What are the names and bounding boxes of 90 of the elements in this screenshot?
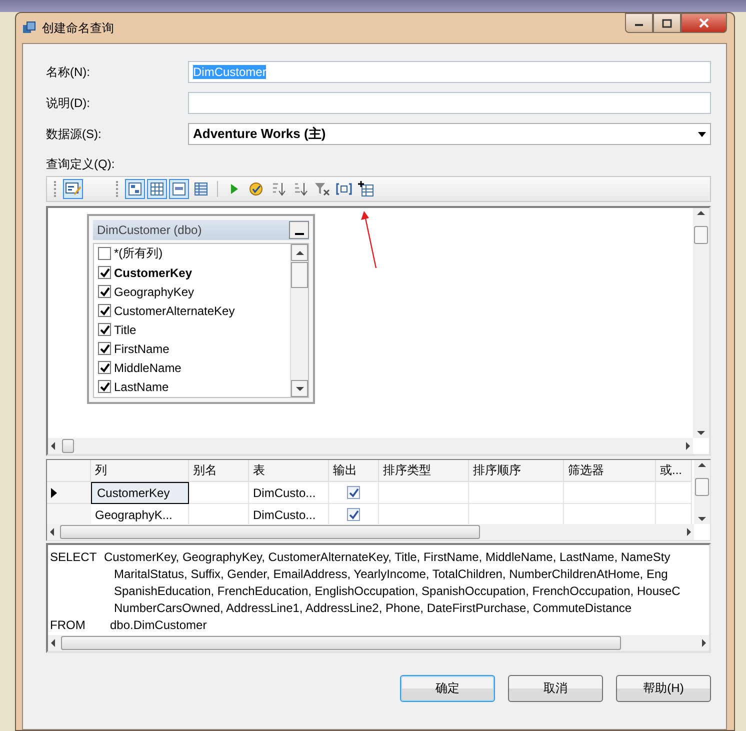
check-icon	[99, 286, 110, 297]
check-icon	[348, 510, 358, 520]
window-title: 创建命名查询	[42, 20, 114, 36]
sql-pane-icon	[171, 181, 187, 197]
maximize-icon	[662, 18, 672, 28]
data-source-dropdown[interactable]: Adventure Works (主)	[188, 123, 711, 145]
vertical-scrollbar[interactable]	[694, 460, 710, 524]
table-cell[interactable]	[189, 482, 249, 504]
group-by-icon	[336, 181, 352, 197]
close-icon	[699, 18, 709, 28]
table-cell[interactable]	[564, 482, 656, 504]
sql-text: MaritalStatus, Suffix, Gender, EmailAddress, YearlyIncome, TotalChildren, NumberChildrenAtHome, Eng	[113, 566, 668, 580]
add-table-icon	[358, 181, 374, 197]
table-card[interactable]: DimCustomer (dbo) *(所有列) CustomerKey GeographyKey CustomerAlternateKey Title FirstName MiddleName LastName	[87, 214, 315, 404]
toolbar-button[interactable]	[63, 179, 83, 199]
properties-icon	[65, 181, 81, 197]
column-header: 表	[249, 460, 329, 482]
check-icon	[99, 343, 110, 354]
sql-text: SpanishEducation, FrenchEducation, EnglishOccupation, SpanishOccupation, FrenchOccupation, HouseC	[113, 584, 680, 598]
grid-pane-icon	[149, 181, 165, 197]
field-label: 名称(N):	[46, 64, 91, 80]
field-label: 说明(D):	[46, 94, 91, 112]
sql-keyword: FROM	[50, 618, 86, 632]
caret-icon	[698, 132, 706, 136]
column-name: CustomerKey	[114, 266, 192, 280]
check-icon	[348, 488, 358, 498]
table-cell[interactable]: CustomerKey	[91, 482, 189, 504]
sql-text: CustomerKey, GeographyKey, CustomerAlternateKey, Title, FirstName, MiddleName, LastName, NameSty	[104, 550, 670, 564]
column-name: *(所有列)	[114, 245, 163, 262]
checkbox[interactable]	[347, 486, 360, 499]
vertical-scrollbar[interactable]	[693, 208, 709, 438]
column-header: 排序类型	[379, 460, 469, 482]
remove-filter-icon	[314, 181, 330, 197]
row-header[interactable]	[47, 482, 91, 504]
check-icon	[99, 305, 110, 316]
checkbox[interactable]	[98, 266, 111, 279]
field-label: 数据源(S):	[46, 126, 102, 142]
column-header: 别名	[189, 460, 249, 482]
check-icon	[99, 267, 110, 278]
checkbox[interactable]	[98, 380, 111, 393]
checkbox[interactable]	[98, 285, 111, 298]
table-cell: DimCusto...	[249, 482, 329, 504]
column-header: 排序顺序	[469, 460, 564, 482]
close-button[interactable]	[681, 13, 727, 33]
check-icon	[99, 324, 110, 335]
section-label: 查询定义(Q):	[46, 156, 116, 173]
sql-text: dbo.DimCustomer	[109, 618, 207, 632]
window-icon	[22, 21, 36, 35]
table-cell[interactable]	[656, 482, 692, 504]
column-header: 筛选器	[564, 460, 656, 482]
checkbox[interactable]	[347, 508, 360, 521]
diagram-pane-icon	[127, 181, 143, 197]
column-name: LastName	[114, 380, 169, 394]
checkbox[interactable]	[98, 304, 111, 317]
minimize-button[interactable]	[625, 13, 653, 33]
column-name: FirstName	[114, 342, 170, 356]
text-field[interactable]	[188, 92, 711, 114]
sql-keyword: SELECT	[50, 550, 98, 564]
dialog-button[interactable]: 取消	[508, 675, 603, 702]
sort-descending-icon	[292, 181, 308, 197]
checkbox[interactable]	[98, 361, 111, 374]
checkbox[interactable]	[98, 342, 111, 355]
table-cell[interactable]	[469, 482, 564, 504]
table-cell[interactable]	[379, 482, 469, 504]
column-header: 输出	[329, 460, 379, 482]
dialog-button[interactable]: 帮助(H)	[616, 675, 711, 702]
column-name: MiddleName	[114, 360, 182, 374]
current-row-icon	[51, 488, 57, 498]
column-name: CustomerAlternateKey	[114, 304, 235, 318]
horizontal-scrollbar[interactable]	[48, 438, 693, 454]
sort-ascending-icon	[270, 181, 286, 197]
column-name: Title	[114, 322, 136, 336]
check-icon	[99, 381, 110, 392]
horizontal-scrollbar[interactable]	[47, 524, 694, 540]
column-name: GeographyKey	[114, 284, 194, 298]
horizontal-scrollbar[interactable]	[48, 635, 709, 651]
verify-icon	[248, 181, 264, 197]
checkbox[interactable]	[98, 247, 111, 260]
toolbar-button[interactable]	[356, 179, 376, 199]
dialog-button[interactable]: 确定	[400, 675, 495, 702]
column-header: 或...	[656, 460, 692, 482]
results-pane-icon	[193, 181, 209, 197]
column-header: 列	[91, 460, 189, 482]
table-title: DimCustomer (dbo)	[97, 223, 202, 237]
sql-text: NumberCarsOwned, AddressLine1, AddressLine2, Phone, DateFirstPurchase, CommuteDistance	[113, 600, 632, 614]
maximize-button[interactable]	[653, 13, 681, 33]
checkbox[interactable]	[98, 323, 111, 336]
minimize-button[interactable]	[289, 221, 309, 239]
check-icon	[99, 362, 110, 373]
vertical-scrollbar[interactable]	[290, 244, 308, 397]
